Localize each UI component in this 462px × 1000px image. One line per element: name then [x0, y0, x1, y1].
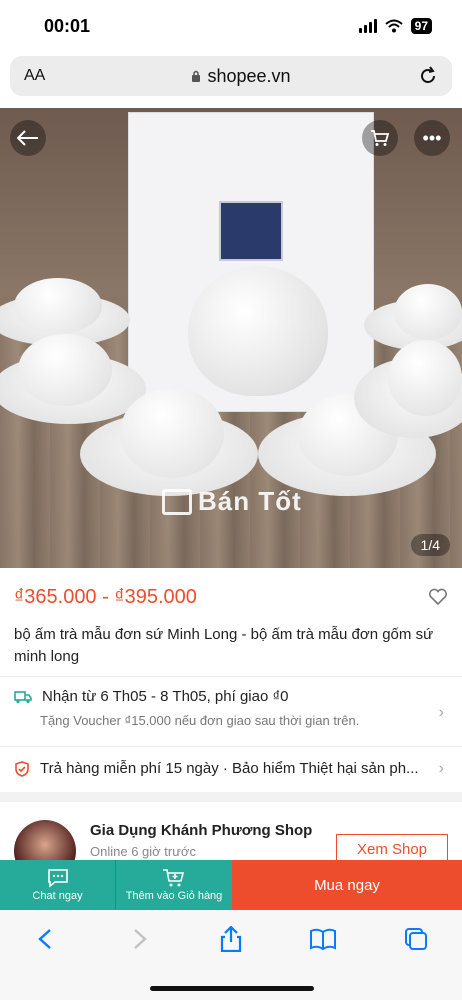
divider: [0, 676, 462, 677]
bookmarks-icon[interactable]: [303, 926, 343, 952]
tabs-icon[interactable]: [396, 926, 436, 952]
chat-label: Chat ngay: [32, 890, 83, 902]
price-range: ₫365.000 - ₫395.000: [14, 585, 197, 608]
home-indicator: [150, 986, 314, 991]
address-bar[interactable]: AA shopee.vn: [10, 56, 452, 96]
brand-logo: [219, 201, 283, 261]
action-bar: Chat ngay Thêm vào Giỏ hàng Mua ngay: [0, 860, 462, 910]
add-to-cart-button[interactable]: Thêm vào Giỏ hàng: [116, 860, 232, 910]
status-time: 00:01: [44, 15, 91, 36]
shield-icon: [15, 760, 29, 777]
watermark: Bán Tốt: [162, 486, 302, 517]
cart-button[interactable]: [362, 120, 398, 156]
more-button[interactable]: •••: [414, 120, 450, 156]
cup: [14, 278, 102, 334]
url-display[interactable]: shopee.vn: [64, 66, 418, 87]
cup: [394, 284, 462, 340]
lock-icon: [192, 70, 201, 82]
section-divider: [0, 792, 462, 802]
divider: [0, 746, 462, 747]
cart-icon: [371, 130, 390, 146]
shop-online-status: Online 6 giờ trước: [90, 844, 196, 859]
back-nav-icon[interactable]: [26, 926, 66, 952]
truck-icon: [14, 690, 32, 703]
return-policy-row[interactable]: Trả hàng miễn phí 15 ngày · Bảo hiểm Thi…: [14, 760, 448, 777]
teapot: [188, 266, 328, 396]
text-size-button[interactable]: AA: [24, 67, 64, 85]
chevron-right-icon: ›: [438, 760, 444, 777]
status-icons: 97: [358, 18, 432, 34]
product-image[interactable]: ••• Bán Tốt 1/4: [0, 108, 462, 568]
arrow-left-icon: [17, 130, 38, 146]
share-icon[interactable]: [211, 926, 251, 952]
more-dots-icon: •••: [422, 127, 442, 148]
return-policy-text: Trả hàng miễn phí 15 ngày · Bảo hiểm Thi…: [40, 760, 419, 777]
wifi-icon: [384, 19, 403, 33]
battery-icon: 97: [410, 18, 432, 34]
add-cart-icon: [163, 869, 185, 887]
heart-icon[interactable]: [428, 588, 448, 606]
watermark-text: Bán Tốt: [198, 486, 302, 516]
reload-icon[interactable]: [418, 66, 438, 86]
signal-icon: [358, 19, 377, 33]
shipping-date-text: Nhận từ 6 Th05 - 8 Th05, phí giao ₫0: [42, 688, 289, 705]
chat-icon: [47, 869, 68, 888]
forward-nav-icon[interactable]: [119, 926, 159, 952]
cup: [120, 388, 224, 478]
image-counter: 1/4: [410, 534, 450, 556]
back-button[interactable]: [10, 120, 46, 156]
buy-now-button[interactable]: Mua ngay: [232, 860, 462, 910]
cup: [18, 334, 112, 406]
add-cart-label: Thêm vào Giỏ hàng: [125, 890, 223, 902]
shop-name[interactable]: Gia Dụng Khánh Phương Shop: [90, 822, 312, 839]
shipping-line: Nhận từ 6 Th05 - 8 Th05, phí giao ₫0: [14, 688, 448, 705]
chevron-right-icon: ›: [438, 704, 444, 721]
shipping-voucher-text: Tặng Voucher ₫15.000 nếu đơn giao sau th…: [40, 713, 360, 728]
url-text: shopee.vn: [207, 65, 291, 86]
chat-button[interactable]: Chat ngay: [0, 860, 116, 910]
status-bar: 00:01 97: [0, 0, 462, 52]
watermark-logo: [162, 488, 192, 515]
cup: [388, 340, 462, 416]
shipping-section[interactable]: Nhận từ 6 Th05 - 8 Th05, phí giao ₫0 Tặn…: [14, 688, 448, 728]
price-row: ₫365.000 - ₫395.000: [14, 582, 448, 612]
product-title: bộ ấm trà mẫu đơn sứ Minh Long - bộ ấm t…: [14, 626, 434, 665]
shop-section: Gia Dụng Khánh Phương Shop Online 6 giờ …: [14, 816, 448, 882]
